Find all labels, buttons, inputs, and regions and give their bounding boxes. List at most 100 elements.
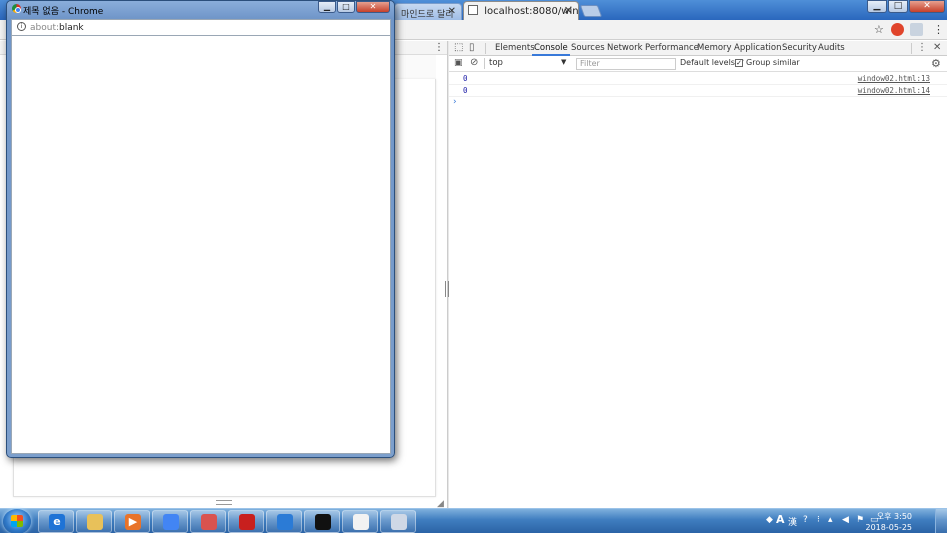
tab-background-3[interactable]: 마인드로 달리 ✕ (394, 3, 462, 20)
taskbar: e ▶ ◆ A 漢 ? ⁝ ▴ ◀ ⚑ ▭ 오후 3:50 2018-05-25 (0, 508, 947, 533)
tab-elements[interactable]: Elements (495, 43, 535, 53)
chrome-icon (163, 514, 179, 530)
console-toolbar: ▣ ⊘ top ▼ Filter Default levels ▼ ✓ Grou… (449, 56, 947, 72)
url-path: blank (59, 23, 84, 33)
taskbar-app-file-explorer[interactable] (76, 510, 112, 533)
inspect-element-icon[interactable]: ⬚ (454, 42, 463, 53)
console-prompt[interactable]: › (449, 97, 947, 109)
taskbar-app-cmd[interactable] (304, 510, 340, 533)
tab-performance[interactable]: Performance (645, 43, 699, 53)
sound-icon[interactable]: ◀ (842, 515, 849, 525)
clear-console-icon[interactable]: ⊘ (470, 57, 478, 68)
divider (911, 43, 912, 54)
tab-audits[interactable]: Audits (818, 43, 845, 53)
tab-close-icon[interactable]: ✕ (448, 6, 456, 17)
url-scheme: about: (30, 23, 59, 33)
taskbar-app-snipping-tool[interactable] (380, 510, 416, 533)
start-button[interactable] (3, 509, 31, 533)
window-caption-buttons: ▁ □ ✕ (866, 0, 945, 14)
popup-address-bar[interactable]: i about:blank (11, 19, 391, 36)
help-icon[interactable]: ? (803, 515, 808, 525)
tab-active[interactable]: localhost:8080/window0 ✕ (463, 1, 579, 20)
vscode-icon (277, 514, 293, 530)
page-favicon-icon (468, 5, 478, 15)
maximize-button[interactable]: □ (888, 0, 908, 13)
network-icon[interactable]: ◆ (766, 515, 773, 525)
chrome-logo-icon (12, 4, 21, 13)
tab-sources[interactable]: Sources (571, 43, 605, 53)
console-output: 0 window02.html:13 0 window02.html:14 › (449, 73, 947, 109)
tray-clock[interactable]: 오후 3:50 2018-05-25 (866, 511, 913, 533)
devtools-tab-bar: ⬚ ▯ Elements Console Sources Network Per… (449, 41, 947, 56)
log-source-link[interactable]: window02.html:14 (858, 86, 930, 95)
popup-window[interactable]: 제목 없음 - Chrome ▁ □ ✕ i about:blank (6, 0, 395, 458)
tab-console[interactable]: Console (532, 43, 570, 56)
snipping-tool-icon (391, 514, 407, 530)
java-icon (353, 514, 369, 530)
taskbar-app-media-player[interactable]: ▶ (114, 510, 150, 533)
console-filter-input[interactable]: Filter (576, 58, 676, 70)
minimize-button[interactable]: ▁ (867, 0, 887, 13)
console-settings-gear-icon[interactable]: ⚙ (931, 57, 941, 70)
popup-maximize-button[interactable]: □ (337, 1, 355, 13)
popup-title: 제목 없음 - Chrome (23, 7, 104, 17)
ime-mode-icon[interactable]: A (776, 513, 785, 526)
close-button[interactable]: ✕ (909, 0, 945, 13)
menu-kebab-icon[interactable]: ⋮ (434, 42, 444, 53)
tab-network[interactable]: Network (607, 43, 643, 53)
divider (485, 43, 486, 54)
media-player-icon: ▶ (125, 514, 141, 530)
system-tray: ◆ A 漢 ? ⁝ ▴ ◀ ⚑ ▭ 오후 3:50 2018-05-25 (762, 509, 912, 533)
taskbar-app-acrobat[interactable] (228, 510, 264, 533)
taskbar-app-java[interactable] (342, 510, 378, 533)
taskbar-app-chrome[interactable] (152, 510, 188, 533)
console-message: 0 window02.html:14 (449, 85, 947, 97)
tab-close-icon[interactable]: ✕ (564, 4, 573, 17)
group-similar-checkbox[interactable]: ✓ (735, 59, 743, 67)
app-5-icon (201, 514, 217, 530)
log-source-link[interactable]: window02.html:13 (858, 74, 930, 83)
clock-time: 오후 3:50 (876, 512, 912, 521)
resize-handle-icon[interactable] (216, 500, 232, 505)
prompt-chevron-icon: › (453, 97, 457, 107)
log-value: 0 (463, 86, 468, 95)
tab-application[interactable]: Application (734, 43, 782, 53)
tab-security[interactable]: Security (782, 43, 817, 53)
taskbar-app-app-5[interactable] (190, 510, 226, 533)
devtools-close-icon[interactable]: ✕ (933, 42, 941, 53)
taskbar-app-internet-explorer[interactable]: e (38, 510, 74, 533)
tray-settings-icon[interactable]: ⁝ (817, 515, 820, 525)
popup-minimize-button[interactable]: ▁ (318, 1, 336, 13)
cmd-icon (315, 514, 331, 530)
ime-hanja-icon[interactable]: 漢 (788, 515, 797, 528)
show-hidden-icons-icon[interactable]: ▴ (828, 515, 833, 525)
console-message: 0 window02.html:13 (449, 73, 947, 85)
popup-caption-buttons: ▁ □ ✕ (317, 1, 390, 13)
bookmark-star-icon[interactable]: ☆ (874, 23, 884, 36)
context-selector[interactable]: top (489, 58, 569, 70)
windows-logo-icon (11, 515, 23, 527)
file-explorer-icon (87, 514, 103, 530)
extension-icon[interactable] (891, 23, 904, 36)
new-tab-button[interactable] (579, 5, 603, 17)
internet-explorer-icon: e (49, 514, 65, 530)
popup-url: about:blank (30, 23, 84, 33)
flag-icon[interactable]: ⚑ (856, 515, 864, 525)
tab-memory[interactable]: Memory (697, 43, 732, 53)
clock-date: 2018-05-25 (865, 523, 913, 532)
divider (484, 58, 485, 69)
info-icon[interactable]: i (17, 22, 26, 31)
chevron-down-icon[interactable]: ▼ (561, 58, 566, 66)
device-toolbar-icon[interactable]: ▯ (469, 42, 475, 53)
menu-kebab-icon[interactable]: ⋮ (933, 23, 944, 36)
group-similar-label: Group similar (746, 58, 800, 67)
log-value: 0 (463, 74, 468, 83)
popup-close-button[interactable]: ✕ (356, 1, 390, 13)
popup-content-area (11, 36, 391, 454)
show-sidebar-icon[interactable]: ▣ (454, 58, 463, 68)
devtools-panel: ⬚ ▯ Elements Console Sources Network Per… (449, 41, 947, 508)
profile-icon[interactable] (910, 23, 923, 36)
devtools-menu-icon[interactable]: ⋮ (917, 42, 927, 53)
taskbar-app-vscode[interactable] (266, 510, 302, 533)
show-desktop-button[interactable] (935, 509, 947, 533)
